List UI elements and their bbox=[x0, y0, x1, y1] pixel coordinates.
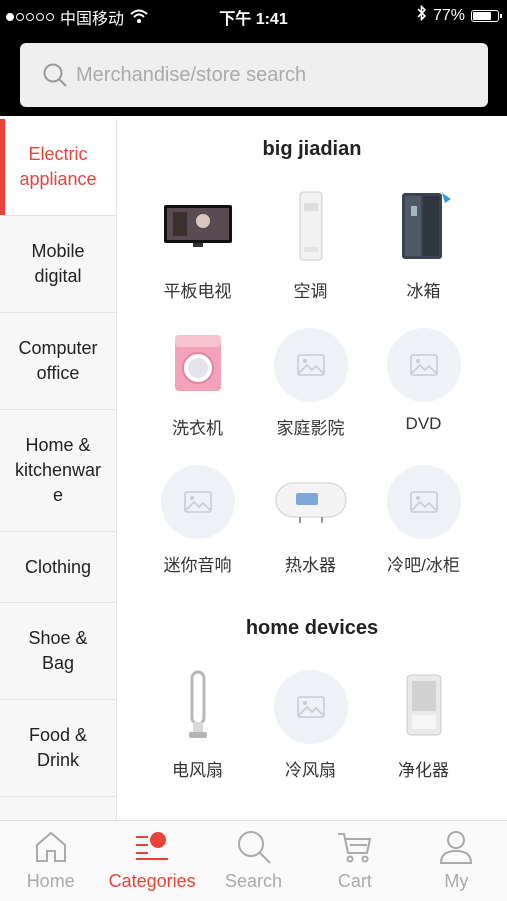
subcategory-label: 冰箱 bbox=[406, 282, 441, 301]
sidebar-item[interactable]: Food & Drink bbox=[0, 700, 116, 797]
air-purifier-icon bbox=[404, 673, 444, 742]
subcategory-item[interactable]: 迷你音响 bbox=[141, 463, 254, 576]
subcategory-item[interactable]: 热水器 bbox=[254, 463, 367, 576]
tab-home[interactable]: Home bbox=[0, 821, 101, 901]
subcategory-label: 空调 bbox=[293, 282, 328, 301]
battery-icon bbox=[471, 9, 502, 22]
subcategory-thumbnail bbox=[385, 326, 463, 404]
tab-label: My bbox=[444, 871, 469, 891]
bluetooth-icon bbox=[417, 4, 427, 26]
tab-label: Cart bbox=[337, 871, 372, 891]
washing-machine-icon bbox=[173, 333, 223, 398]
subcategory-label: 家庭影院 bbox=[276, 419, 345, 438]
section-title: big jiadian bbox=[262, 138, 362, 160]
tab-label: Search bbox=[224, 871, 283, 891]
subcategory-thumbnail bbox=[272, 463, 350, 541]
search-icon bbox=[234, 827, 274, 867]
subcategory-thumbnail bbox=[159, 326, 237, 404]
subcategory-item[interactable]: 平板电视 bbox=[141, 189, 254, 302]
tab-categories[interactable]: Categories bbox=[101, 821, 202, 901]
sidebar-item-label: Home & kitchenwar e bbox=[14, 435, 102, 505]
refrigerator-icon bbox=[396, 190, 452, 267]
subcategory-label: DVD bbox=[405, 414, 442, 433]
sidebar-item-label: Food & Drink bbox=[28, 725, 88, 770]
subcategory-label: 净化器 bbox=[398, 761, 449, 780]
subcategory-label: 电风扇 bbox=[172, 761, 223, 780]
sidebar-item[interactable]: Clothing bbox=[0, 532, 116, 603]
image-placeholder-icon bbox=[273, 328, 348, 402]
sidebar-item[interactable]: Electric appliance bbox=[0, 119, 116, 216]
subcategory-thumbnail bbox=[385, 668, 463, 746]
sidebar-item-label: Shoe & Bag bbox=[28, 628, 88, 673]
subcategory-item[interactable]: 冷风扇 bbox=[254, 668, 367, 781]
categories-icon bbox=[132, 827, 172, 867]
sidebar-item[interactable]: Mobile digital bbox=[0, 216, 116, 313]
cart-icon bbox=[335, 827, 375, 867]
air-conditioner-icon bbox=[296, 191, 326, 266]
subcategory-grid: 平板电视 空调 冰箱洗衣机 家庭影院 DVD 迷你音响 热水器 冷吧/冰柜 bbox=[117, 189, 507, 600]
sidebar-item[interactable]: Home & kitchenwar e bbox=[0, 410, 116, 532]
tab-label: Categories bbox=[108, 871, 196, 891]
subcategory-grid: 电风扇 冷风扇 净化器 bbox=[117, 668, 507, 805]
subcategory-panel: big jiadian 平板电视 空调 冰箱洗衣机 家庭影院 DVD 迷你音响 热水器 冷吧/冰… bbox=[117, 119, 507, 820]
tv-icon bbox=[163, 203, 233, 254]
search-input[interactable] bbox=[74, 62, 478, 88]
subcategory-thumbnail bbox=[159, 189, 237, 267]
tab-cart[interactable]: Cart bbox=[304, 821, 405, 901]
subcategory-item[interactable]: 家庭影院 bbox=[254, 326, 367, 439]
tab-search[interactable]: Search bbox=[203, 821, 304, 901]
subcategory-item[interactable]: 空调 bbox=[254, 189, 367, 302]
tab-my[interactable]: My bbox=[406, 821, 507, 901]
category-sidebar: Electric appliance Mobile digital Computer… bbox=[0, 119, 117, 820]
sidebar-item-label: Mobile digital bbox=[31, 241, 85, 286]
subcategory-section: big jiadian 平板电视 空调 冰箱洗衣机 家庭影院 DVD 迷你音响 热水器 冷吧/冰… bbox=[117, 138, 507, 600]
battery-percent: 77% bbox=[432, 6, 465, 24]
subcategory-item[interactable]: 冰箱 bbox=[367, 189, 480, 302]
status-bar: 中国移动 下午 1:41 77% bbox=[0, 0, 507, 30]
subcategory-label: 迷你音响 bbox=[163, 556, 232, 575]
subcategory-section: home devices 电风扇 冷风扇 净化器 bbox=[117, 617, 507, 805]
subcategory-label: 冷吧/冰柜 bbox=[387, 556, 460, 575]
image-placeholder-icon bbox=[160, 465, 235, 539]
subcategory-thumbnail bbox=[272, 668, 350, 746]
subcategory-item[interactable]: DVD bbox=[367, 326, 480, 439]
sidebar-item[interactable]: Computer office bbox=[0, 313, 116, 410]
subcategory-label: 平板电视 bbox=[163, 282, 232, 301]
image-placeholder-icon bbox=[386, 465, 461, 539]
water-heater-icon bbox=[274, 477, 348, 528]
subcategory-label: 热水器 bbox=[285, 556, 336, 575]
sidebar-item-label: Electric appliance bbox=[19, 144, 97, 189]
user-icon bbox=[436, 827, 476, 867]
bladeless-fan-icon bbox=[185, 670, 211, 745]
search-header bbox=[0, 30, 507, 116]
search-icon bbox=[43, 63, 67, 87]
subcategory-thumbnail bbox=[159, 463, 237, 541]
subcategory-label: 洗衣机 bbox=[172, 419, 223, 438]
subcategory-item[interactable]: 净化器 bbox=[367, 668, 480, 781]
subcategory-thumbnail bbox=[385, 463, 463, 541]
sidebar-item-label: Computer office bbox=[18, 338, 98, 383]
tab-label: Home bbox=[26, 871, 75, 891]
section-title: home devices bbox=[245, 617, 379, 639]
subcategory-thumbnail bbox=[272, 326, 350, 404]
subcategory-label: 冷风扇 bbox=[285, 761, 336, 780]
sidebar-item-label: Clothing bbox=[24, 556, 92, 577]
subcategory-thumbnail bbox=[159, 668, 237, 746]
image-placeholder-icon bbox=[386, 328, 461, 402]
search-box[interactable] bbox=[20, 43, 488, 107]
sidebar-item[interactable]: Shoe & Bag bbox=[0, 603, 116, 700]
subcategory-item[interactable]: 电风扇 bbox=[141, 668, 254, 781]
subcategory-item[interactable]: 冷吧/冰柜 bbox=[367, 463, 480, 576]
image-placeholder-icon bbox=[273, 670, 348, 744]
home-icon bbox=[31, 827, 71, 867]
bottom-tab-bar: Home Categories Search Cart My bbox=[0, 820, 507, 901]
subcategory-thumbnail bbox=[385, 189, 463, 267]
battery-info: 77% bbox=[417, 4, 502, 26]
subcategory-item[interactable]: 洗衣机 bbox=[141, 326, 254, 439]
subcategory-thumbnail bbox=[272, 189, 350, 267]
